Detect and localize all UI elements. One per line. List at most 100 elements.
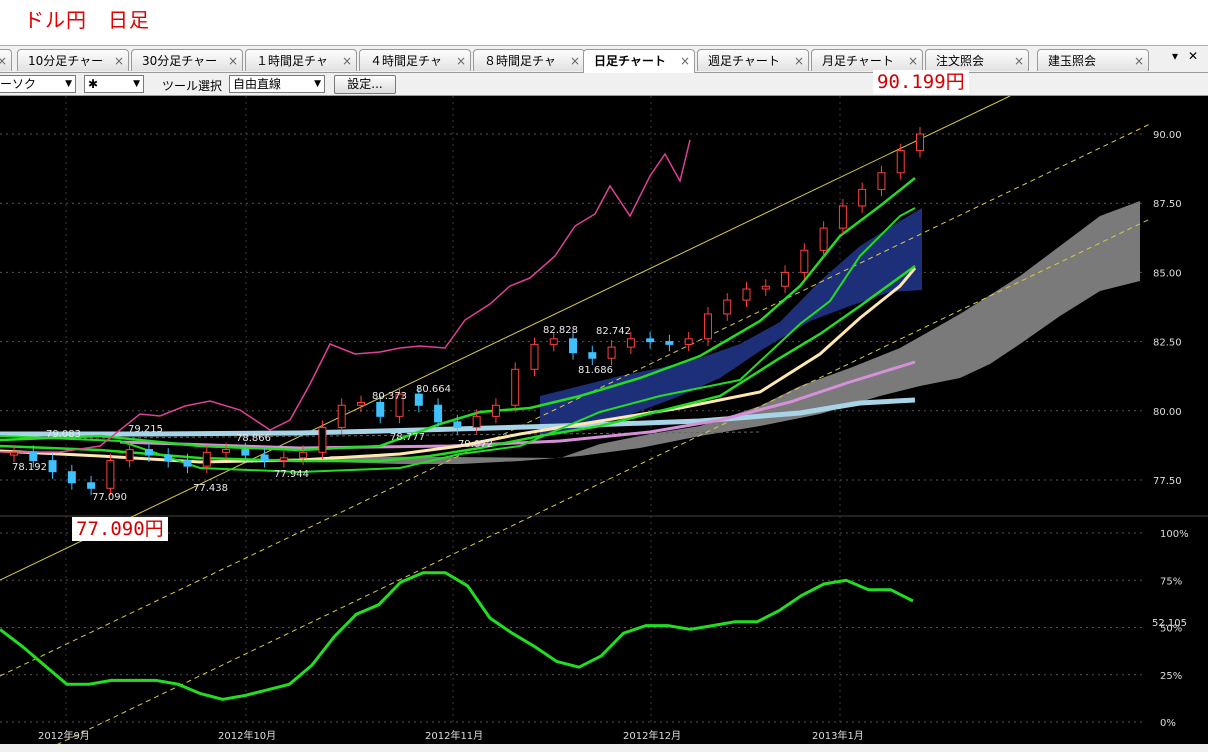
price-annotation: 80.664 <box>416 384 451 395</box>
candle-body <box>896 150 905 174</box>
tab-close-icon[interactable]: × <box>342 50 352 71</box>
tab-close-icon[interactable]: × <box>1014 50 1024 71</box>
status-strip <box>0 744 1208 752</box>
tab-label: 週足チャート <box>708 54 780 68</box>
tab-close-icon[interactable]: × <box>1134 50 1144 71</box>
price-annotation: 81.686 <box>578 365 613 376</box>
candle-body <box>164 454 173 462</box>
candle-body <box>607 346 616 359</box>
tab-1hour-chart[interactable]: １時間足チャ × <box>245 49 357 71</box>
dropdown-arrow-icon: ▼ <box>133 79 140 89</box>
candle-body <box>48 460 57 473</box>
date-tick-label: 2012年11月 <box>425 729 483 742</box>
tab-label: １時間足チャ <box>256 54 328 68</box>
tab-close-icon[interactable]: × <box>456 50 466 71</box>
candle-body <box>337 404 346 428</box>
tool-select-label: ツール選択 <box>162 79 223 93</box>
tab-close-icon[interactable]: × <box>794 50 804 71</box>
price-annotation: 78.192 <box>12 462 47 473</box>
drawing-tool-value: 自由直線 <box>233 77 282 91</box>
tab-close-icon[interactable]: × <box>680 50 690 72</box>
price-annotation: 82.742 <box>596 326 631 337</box>
candle-body <box>144 449 153 456</box>
marker-select[interactable]: ✱ ▼ <box>84 75 144 93</box>
candle-body <box>87 482 96 489</box>
tab-monthly-chart[interactable]: 月足チャート × <box>811 49 923 71</box>
price-tick-label: 80.00 <box>1153 407 1182 418</box>
chart-type-value: ーソク <box>0 77 37 91</box>
date-tick-label: 2013年1月 <box>812 729 864 742</box>
date-tick-label: 2012年12月 <box>623 729 681 742</box>
candle-body <box>106 460 115 489</box>
price-annotation: 77.090 <box>92 492 127 503</box>
candle-body <box>29 451 38 462</box>
drawing-tool-select[interactable]: 自由直線 ▼ <box>229 75 325 93</box>
tab-close-icon[interactable]: × <box>228 50 238 71</box>
tab-close-icon[interactable]: × <box>908 50 918 71</box>
candle-body <box>10 451 18 456</box>
date-axis: 2012年9月 2012年10月 2012年11月 2012年12月 2013年1月 <box>38 729 864 742</box>
price-annotation: 77.438 <box>193 483 228 494</box>
candle-body <box>202 451 211 467</box>
price-tick-label: 82.50 <box>1153 338 1182 349</box>
candle-body <box>241 449 250 456</box>
high-price-callout: 90.199円 <box>873 70 969 94</box>
tab-close-icon[interactable]: × <box>570 50 580 71</box>
candle-body <box>819 227 828 251</box>
candle-body <box>279 457 288 462</box>
candle-body <box>376 401 385 417</box>
candle-body <box>781 271 790 287</box>
candle-body <box>183 460 192 467</box>
tab-4hour-chart[interactable]: ４時間足チャ × <box>359 49 471 71</box>
low-price-callout: 77.090円 <box>72 517 168 541</box>
candle-body <box>414 393 423 406</box>
oscillator-current-value: 52.105 <box>1152 618 1187 629</box>
oscillator-tick-label: 75% <box>1160 576 1182 587</box>
chart-type-select[interactable]: ーソク ▼ <box>0 75 76 93</box>
candle-body <box>916 133 924 152</box>
settings-button[interactable]: 設定... <box>334 75 396 94</box>
tab-weekly-chart[interactable]: 週足チャート × <box>697 49 809 71</box>
tab-close-icon[interactable]: × <box>0 50 7 71</box>
date-tick-label: 2012年9月 <box>38 729 90 742</box>
candle-body <box>646 338 655 343</box>
tab-label: ８時間足チャ <box>484 54 556 68</box>
oscillator-tick-label: 25% <box>1160 671 1182 682</box>
tab-8hour-chart[interactable]: ８時間足チャ × <box>473 49 585 71</box>
candle-body <box>299 451 308 459</box>
tab-list-menu-icon[interactable]: ▾ <box>1172 49 1178 63</box>
tab-10min-chart[interactable]: 10分足チャー × <box>17 49 129 71</box>
tab-label: 30分足チャー <box>142 54 218 68</box>
oscillator-tick-label: 100% <box>1160 529 1189 540</box>
oscillator-tick-label: 0% <box>1160 718 1176 729</box>
price-annotation: 80.373 <box>372 391 407 402</box>
chart-area[interactable]: 78.192 79.083 77.090 79.215 78.866 77.438 77.9… <box>0 95 1208 752</box>
candle-body <box>222 449 231 453</box>
price-tick-label: 87.50 <box>1153 199 1182 210</box>
candle-body <box>761 285 770 290</box>
chart-toolbar: ーソク ▼ ✱ ▼ ツール選択 自由直線 ▼ 設定... <box>0 73 1208 96</box>
page-caption: ドル円 日足 <box>24 8 150 32</box>
marker-icon: ✱ <box>88 77 99 91</box>
window-close-icon[interactable]: ✕ <box>1188 49 1198 63</box>
tab-30min-chart[interactable]: 30分足チャー × <box>131 49 243 71</box>
tab-label: 10分足チャー <box>28 54 104 68</box>
tab-label: 注文照会 <box>936 54 985 68</box>
candle-body <box>800 249 809 273</box>
daily-chart-canvas[interactable]: 78.192 79.083 77.090 79.215 78.866 77.438 77.9… <box>0 95 1208 752</box>
price-annotation: 79.072 <box>458 439 493 450</box>
price-axis: 90.00 87.50 85.00 82.50 80.00 77.50 <box>1153 130 1182 487</box>
oscillator-axis: 100%75%50%25%0% <box>1160 529 1189 729</box>
tab-label: 建玉照会 <box>1048 54 1097 68</box>
price-tick-label: 90.00 <box>1153 130 1182 141</box>
price-tick-label: 85.00 <box>1153 268 1182 279</box>
candle-body <box>742 288 751 301</box>
tab-order-inquiry[interactable]: 注文照会 × <box>925 49 1029 71</box>
candle-body <box>511 368 520 406</box>
tab-hidden-left[interactable]: × <box>0 49 12 71</box>
tab-position-inquiry[interactable]: 建玉照会 × <box>1037 49 1149 71</box>
tab-close-icon[interactable]: × <box>114 50 124 71</box>
price-annotation: 78.866 <box>236 433 271 444</box>
candle-body <box>703 313 712 340</box>
tab-daily-chart[interactable]: 日足チャート × <box>583 49 695 73</box>
